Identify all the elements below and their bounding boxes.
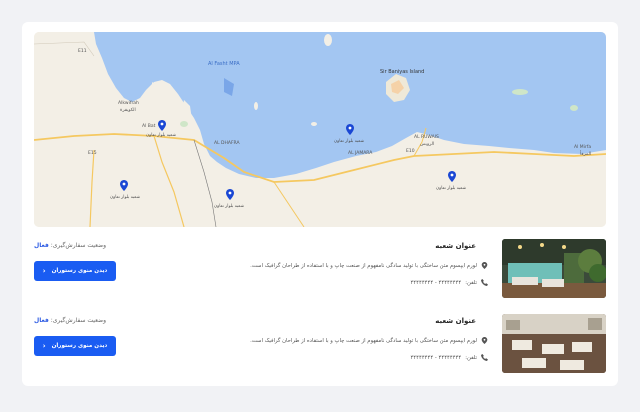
branch-pin-icon[interactable]: [346, 124, 354, 135]
map-branch-label: شعبه بلوار تعاون: [146, 133, 176, 138]
map-branch-label: شعبه بلوار تعاون: [110, 195, 140, 200]
branch-pin-icon[interactable]: [158, 120, 166, 131]
map-road-e10: E10: [406, 149, 415, 154]
location-pin-icon: [481, 262, 488, 269]
map-branch-label: شعبه بلوار تعاون: [214, 204, 244, 209]
branch-photo: [502, 239, 606, 298]
map-label-al-fasht: Al Fasht MPA: [208, 61, 240, 67]
branch-photo: [502, 314, 606, 373]
view-menu-button[interactable]: دیدن منوی رستوران ‹: [34, 336, 116, 356]
phone-label: تلفن:: [465, 279, 477, 286]
branch-row: عنوان شعبه لورم ایپسوم متن ساختگی با تول…: [34, 239, 606, 299]
branch-row: عنوان شعبه لورم ایپسوم متن ساختگی با تول…: [34, 314, 606, 374]
map-label-al-jamara: AL JAMARA: [348, 151, 373, 156]
map-label-alkwifrah: Alkwifrah: [118, 101, 139, 106]
phone-label: تلفن:: [465, 354, 477, 361]
branch-title: عنوان شعبه: [435, 242, 476, 250]
phone-number: ۴۴۴۴۴۴۴۴ - ۴۴۴۴۴۴۴۴: [410, 354, 462, 361]
chevron-left-icon: ‹: [42, 342, 46, 350]
branch-phone: تلفن: ۴۴۴۴۴۴۴۴ - ۴۴۴۴۴۴۴۴: [410, 354, 488, 361]
order-status-value: فعال: [34, 317, 49, 324]
map-branch-label: شعبه بلوار تعاون: [436, 186, 466, 191]
branch-address: لورم ایپسوم متن ساختگی با تولید سادگی نا…: [250, 337, 488, 344]
branch-address: لورم ایپسوم متن ساختگی با تولید سادگی نا…: [250, 262, 488, 269]
branch-pin-icon[interactable]: [226, 189, 234, 200]
branch-pin-icon[interactable]: [120, 180, 128, 191]
phone-icon: [481, 279, 488, 286]
location-pin-icon: [481, 337, 488, 344]
branch-description: لورم ایپسوم متن ساختگی با تولید سادگی نا…: [250, 337, 477, 344]
branch-description: لورم ایپسوم متن ساختگی با تولید سادگی نا…: [250, 262, 477, 269]
map-road-e15: E15: [88, 151, 97, 156]
map-branch-label: شعبه بلوار تعاون: [334, 139, 364, 144]
map-label-al-ruwais: AL RUWAIS: [414, 135, 439, 140]
map-label-al-dhafra: AL DHAFRA: [214, 141, 240, 146]
order-status-label: وضعیت سفارش‌گیری:: [50, 317, 107, 324]
phone-number: ۴۴۴۴۴۴۴۴ - ۴۴۴۴۴۴۴۴: [410, 279, 462, 286]
view-menu-label: دیدن منوی رستوران: [51, 268, 108, 274]
branches-card: Al Fasht MPA Sir Baniyas Island Alkwifra…: [22, 22, 618, 386]
branch-phone: تلفن: ۴۴۴۴۴۴۴۴ - ۴۴۴۴۴۴۴۴: [410, 279, 488, 286]
phone-icon: [481, 354, 488, 361]
map-label-al-mirfa-ar: المرفأ: [580, 152, 592, 157]
order-status-value: فعال: [34, 242, 49, 249]
map-label-al-batin: Al Bat: [142, 124, 156, 129]
order-status: وضعیت سفارش‌گیری: فعال: [34, 317, 114, 324]
map-road-e11: E11: [78, 49, 87, 54]
order-status: وضعیت سفارش‌گیری: فعال: [34, 242, 114, 249]
map-label-alkwifrah-ar: الكويفرة: [120, 108, 136, 113]
order-status-label: وضعیت سفارش‌گیری:: [50, 242, 107, 249]
map-label-al-mirfa: Al Mirfa: [574, 145, 592, 150]
branches-map[interactable]: Al Fasht MPA Sir Baniyas Island Alkwifra…: [34, 32, 606, 227]
map-label-sir-baniyas: Sir Baniyas Island: [380, 69, 425, 75]
view-menu-button[interactable]: دیدن منوی رستوران ‹: [34, 261, 116, 281]
branch-pin-icon[interactable]: [448, 171, 456, 182]
chevron-left-icon: ‹: [42, 267, 46, 275]
branch-title: عنوان شعبه: [435, 317, 476, 325]
view-menu-label: دیدن منوی رستوران: [51, 343, 108, 349]
map-label-al-ruwais-ar: الرويس: [420, 142, 435, 147]
